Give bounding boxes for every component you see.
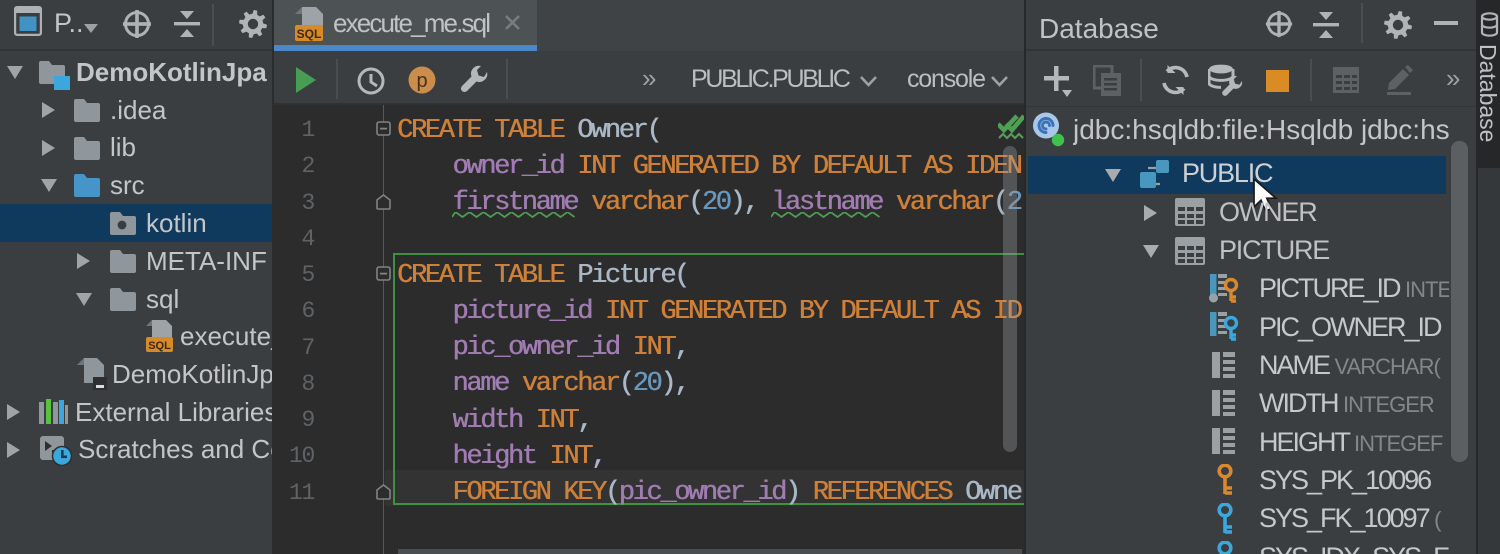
svg-text:p: p (416, 70, 427, 92)
svg-text:SQL: SQL (148, 340, 171, 352)
svg-text:SQL: SQL (297, 27, 322, 41)
